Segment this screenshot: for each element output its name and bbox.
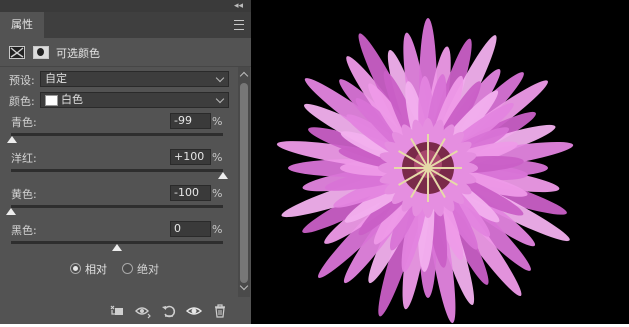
black-slider-track[interactable] <box>11 241 223 251</box>
black-label: 黑色: <box>11 224 37 237</box>
magenta-unit: % <box>212 151 223 164</box>
panel-title-bar: ◂◂ <box>0 0 251 12</box>
chevron-down-icon <box>215 73 225 83</box>
scrollbar-thumb[interactable] <box>240 83 248 283</box>
collapse-panel-icon[interactable]: ◂◂ <box>234 0 243 12</box>
color-swatch <box>45 95 58 106</box>
panel-footer-toolbar <box>0 298 251 324</box>
absolute-label: 绝对 <box>137 263 159 276</box>
scroll-up-icon[interactable] <box>239 71 249 81</box>
clip-to-layer-icon[interactable] <box>109 303 125 319</box>
panel-scrollbar[interactable] <box>238 67 250 297</box>
panel-tab-row: 属性 <box>0 12 251 38</box>
chevron-down-icon <box>215 94 225 104</box>
relative-label: 相对 <box>85 263 107 276</box>
adjustment-title: 可选颜色 <box>56 47 100 60</box>
relative-radio[interactable] <box>70 263 81 274</box>
colors-value: 白色 <box>61 93 83 106</box>
yellow-unit: % <box>212 187 223 200</box>
selective-color-adjustment-icon[interactable] <box>9 46 25 59</box>
magenta-label: 洋红: <box>11 152 37 165</box>
magenta-slider-thumb[interactable] <box>218 172 228 179</box>
cyan-label: 青色: <box>11 116 37 129</box>
panel-menu-icon[interactable] <box>234 20 244 30</box>
cyan-value-field[interactable]: -99 <box>170 113 211 129</box>
cyan-slider-track[interactable] <box>7 133 223 143</box>
black-unit: % <box>212 223 223 236</box>
colors-label: 颜色: <box>9 95 35 108</box>
yellow-slider-track[interactable] <box>6 205 223 215</box>
canvas-photo <box>251 0 629 324</box>
delete-icon[interactable] <box>212 303 228 319</box>
yellow-label: 黄色: <box>11 188 37 201</box>
absolute-radio[interactable] <box>122 263 133 274</box>
reset-icon[interactable] <box>161 303 177 319</box>
properties-panel: ◂◂ 属性 可选颜色 预设: 自定 颜色: 白色 青色: -99 % 洋红: +… <box>0 0 251 324</box>
colors-select[interactable]: 白色 <box>40 92 229 108</box>
cyan-slider-thumb[interactable] <box>7 136 18 143</box>
preset-value: 自定 <box>45 72 67 85</box>
pink-chrysanthemum-image <box>276 18 574 324</box>
magenta-slider-track[interactable] <box>11 169 228 179</box>
black-slider-thumb[interactable] <box>112 244 122 251</box>
yellow-value-field[interactable]: -100 <box>170 185 211 201</box>
preset-label: 预设: <box>9 74 35 87</box>
yellow-slider-thumb[interactable] <box>6 208 16 215</box>
tab-properties[interactable]: 属性 <box>0 12 44 38</box>
scroll-down-icon[interactable] <box>239 281 249 291</box>
magenta-value-field[interactable]: +100 <box>170 149 211 165</box>
preset-select[interactable]: 自定 <box>40 71 229 87</box>
adjustment-controls: 预设: 自定 颜色: 白色 青色: -99 % 洋红: +100 % 黄色: -… <box>0 67 237 297</box>
view-previous-state-icon[interactable] <box>135 303 151 319</box>
cyan-unit: % <box>212 115 223 128</box>
layer-mask-icon[interactable] <box>33 46 49 59</box>
adjustment-header: 可选颜色 <box>0 38 251 67</box>
toggle-visibility-icon[interactable] <box>186 303 202 319</box>
black-value-field[interactable]: 0 <box>170 221 211 237</box>
